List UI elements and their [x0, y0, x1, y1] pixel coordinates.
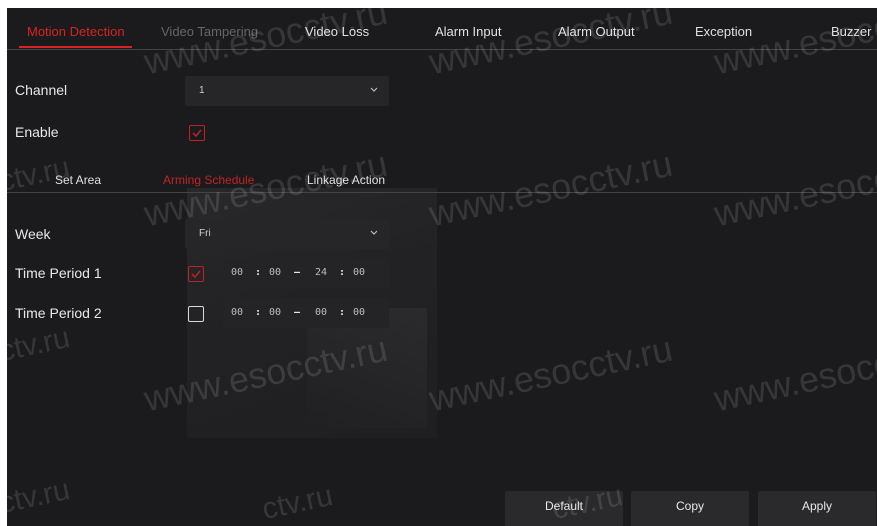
range-dash: –	[294, 307, 301, 318]
colon: :	[255, 267, 262, 278]
time-period-2-range[interactable]: 00 : 00 – 00 : 00	[223, 298, 389, 328]
start-hour[interactable]: 00	[231, 267, 243, 278]
time-period-2-checkbox[interactable]	[188, 306, 204, 322]
checkmark-icon	[191, 270, 201, 279]
week-select[interactable]: Fri	[185, 219, 389, 249]
detail-subtabs: Set Area Arming Schedule Linkage Action	[7, 173, 877, 193]
enable-label: Enable	[15, 124, 59, 140]
end-minute[interactable]: 00	[353, 267, 365, 278]
start-minute[interactable]: 00	[269, 267, 281, 278]
tab-motion-detection[interactable]: Motion Detection	[27, 24, 125, 39]
watermark: ctv.ru	[259, 478, 336, 526]
end-hour[interactable]: 24	[315, 267, 327, 278]
alarm-settings-panel: Motion Detection Video Tampering Video L…	[7, 8, 877, 526]
start-minute[interactable]: 00	[269, 307, 281, 318]
chevron-down-icon	[370, 230, 378, 235]
tab-alarm-input[interactable]: Alarm Input	[435, 24, 501, 39]
tab-video-tampering[interactable]: Video Tampering	[161, 24, 258, 39]
chevron-down-icon	[370, 87, 378, 92]
subtab-linkage-action[interactable]: Linkage Action	[307, 173, 385, 187]
apply-button[interactable]: Apply	[758, 491, 876, 526]
subtab-arming-schedule[interactable]: Arming Schedule	[163, 173, 254, 187]
tab-buzzer[interactable]: Buzzer	[831, 24, 871, 39]
time-period-1-checkbox[interactable]	[188, 266, 204, 282]
end-minute[interactable]: 00	[353, 307, 365, 318]
week-value: Fri	[199, 228, 211, 239]
tab-exception[interactable]: Exception	[695, 24, 752, 39]
time-period-2-label: Time Period 2	[15, 305, 102, 321]
colon: :	[255, 307, 262, 318]
subtab-set-area[interactable]: Set Area	[55, 173, 101, 187]
active-tab-indicator	[19, 46, 132, 48]
watermark: ctv.ru	[7, 472, 73, 521]
watermark: www.esocctv.ru	[710, 327, 877, 420]
channel-value: 1	[199, 85, 205, 96]
range-dash: –	[294, 267, 301, 278]
enable-checkbox[interactable]	[189, 125, 205, 141]
watermark: ctv.ru	[7, 320, 73, 369]
time-period-1-label: Time Period 1	[15, 265, 102, 281]
tab-alarm-output[interactable]: Alarm Output	[558, 24, 635, 39]
colon: :	[339, 267, 346, 278]
channel-label: Channel	[15, 82, 68, 98]
week-label: Week	[15, 226, 51, 242]
default-button[interactable]: Default	[505, 491, 623, 526]
time-period-1-range[interactable]: 00 : 00 – 24 : 00	[223, 258, 389, 288]
checkmark-icon	[192, 129, 202, 138]
watermark: www.esocctv.ru	[425, 327, 676, 420]
copy-button[interactable]: Copy	[631, 491, 749, 526]
tab-video-loss[interactable]: Video Loss	[305, 24, 369, 39]
channel-select[interactable]: 1	[185, 76, 389, 106]
alarm-type-tabs: Motion Detection Video Tampering Video L…	[7, 8, 877, 50]
end-hour[interactable]: 00	[315, 307, 327, 318]
colon: :	[339, 307, 346, 318]
start-hour[interactable]: 00	[231, 307, 243, 318]
